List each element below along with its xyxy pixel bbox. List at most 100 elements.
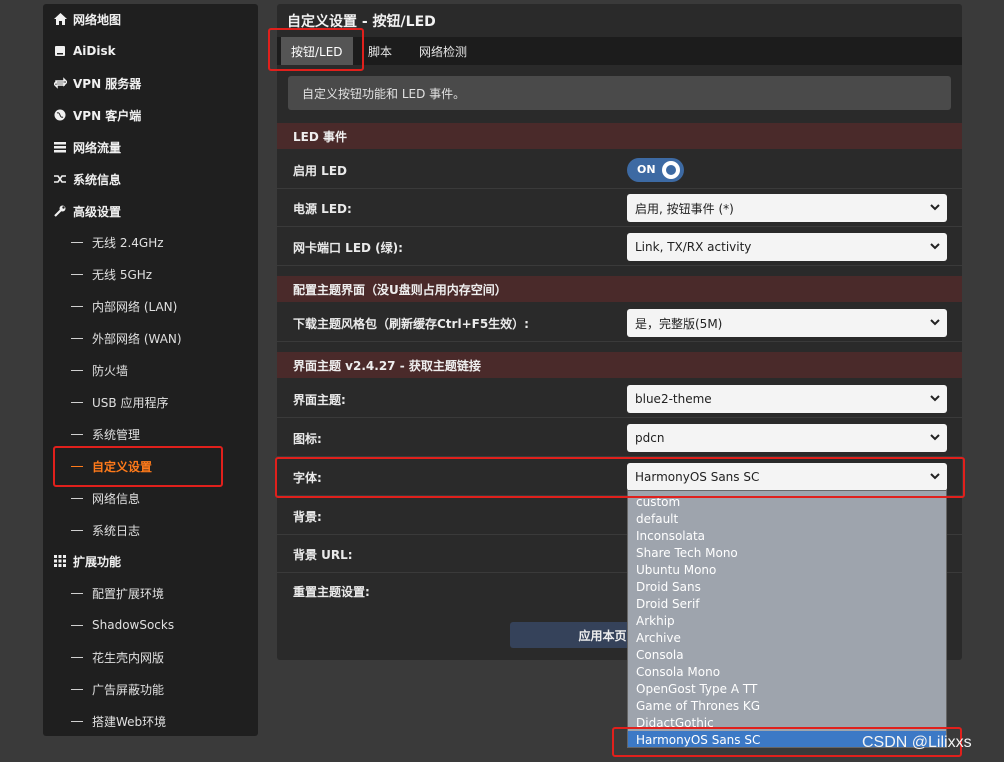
sidebar-item-label: 网络流量 — [73, 140, 122, 155]
sidebar-sub-adblock[interactable]: 广告屏蔽功能 — [71, 676, 164, 702]
enable-led-toggle[interactable]: ON — [627, 158, 684, 182]
dash — [71, 305, 83, 307]
chevron-down-icon — [930, 395, 940, 402]
chevron-down-icon — [930, 319, 940, 326]
row-port-led: 网卡端口 LED (绿): Link, TX/RX activity — [277, 228, 962, 266]
dash — [71, 720, 83, 722]
toggle-label: ON — [637, 163, 656, 176]
sidebar-sub-label: ShadowSocks — [92, 618, 175, 632]
sidebar-item-aidisk[interactable]: AiDisk — [53, 38, 116, 64]
section-led: LED 事件 — [277, 123, 962, 149]
font-option[interactable]: Inconsolata — [628, 527, 946, 544]
sidebar-item-label: 系统信息 — [73, 172, 122, 187]
row-download-theme: 下载主题风格包（刷新缓存Ctrl+F5生效）: 是，完整版(5M) — [277, 304, 962, 342]
sidebar-sub-label: USB 应用程序 — [92, 395, 169, 410]
sidebar-sub-firewall[interactable]: 防火墙 — [71, 357, 128, 383]
section-theme-config: 配置主题界面（没U盘则占用内存空间） — [277, 276, 962, 302]
background-label: 背景: — [293, 509, 322, 524]
font-option[interactable]: Share Tech Mono — [628, 544, 946, 561]
dash — [71, 688, 83, 690]
sidebar-item-label: VPN 客户端 — [73, 108, 142, 123]
row-power-led: 电源 LED: 启用, 按钮事件 (*) — [277, 189, 962, 227]
sidebar-sub-label: 无线 5GHz — [92, 267, 153, 282]
tab-script[interactable]: 脚本 — [358, 37, 402, 65]
sidebar-sub-wireless-5[interactable]: 无线 5GHz — [71, 261, 152, 287]
font-option[interactable]: Droid Serif — [628, 595, 946, 612]
chevron-down-icon — [930, 204, 940, 211]
select-value: blue2-theme — [635, 392, 712, 406]
dash — [71, 241, 83, 243]
ui-theme-label: 界面主题: — [293, 392, 346, 407]
sidebar-sub-lan[interactable]: 内部网络 (LAN) — [71, 293, 177, 319]
font-option[interactable]: Archive — [628, 629, 946, 646]
sidebar-item-label: 扩展功能 — [73, 554, 122, 569]
sidebar-sub-admin[interactable]: 系统管理 — [71, 421, 140, 447]
row-icon: 图标: pdcn — [277, 419, 962, 457]
sidebar-item-vpn-server[interactable]: VPN 服务器 — [53, 70, 141, 96]
sidebar-sub-wireless-24[interactable]: 无线 2.4GHz — [71, 229, 164, 255]
tab-network-check[interactable]: 网络检测 — [409, 37, 477, 65]
port-led-select[interactable]: Link, TX/RX activity — [627, 233, 947, 261]
sidebar-sub-label: 内部网络 (LAN) — [92, 299, 178, 314]
sidebar-item-system-info[interactable]: 系统信息 — [53, 166, 121, 192]
select-value: 启用, 按钮事件 (*) — [635, 201, 734, 216]
row-ui-theme: 界面主题: blue2-theme — [277, 380, 962, 418]
dash — [71, 497, 83, 499]
enable-led-label: 启用 LED — [293, 163, 347, 178]
font-option[interactable]: Arkhip — [628, 612, 946, 629]
select-value: Link, TX/RX activity — [635, 240, 752, 254]
power-led-select[interactable]: 启用, 按钮事件 (*) — [627, 194, 947, 222]
dash — [71, 401, 83, 403]
sidebar-item-traffic[interactable]: 网络流量 — [53, 134, 121, 160]
font-option[interactable]: Game of Thrones KG — [628, 697, 946, 714]
ui-theme-select[interactable]: blue2-theme — [627, 385, 947, 413]
globe-icon — [53, 108, 67, 122]
sidebar-sub-shadowsocks[interactable]: ShadowSocks — [71, 612, 174, 638]
shuffle-icon — [53, 172, 67, 186]
wrench-icon — [53, 204, 67, 218]
select-value: pdcn — [635, 431, 665, 445]
font-dropdown-list[interactable]: custom default Inconsolata Share Tech Mo… — [627, 490, 947, 748]
dash — [71, 273, 83, 275]
sidebar-sub-label: 花生壳内网版 — [92, 650, 165, 665]
vpn-server-icon — [53, 76, 67, 90]
port-led-label: 网卡端口 LED (绿): — [293, 240, 403, 255]
sidebar-sub-label: 系统日志 — [92, 523, 141, 538]
dash — [71, 369, 83, 371]
sidebar-item-advanced[interactable]: 高级设置 — [53, 198, 121, 224]
row-enable-led: 启用 LED — [277, 151, 962, 189]
sidebar-sub-label: 广告屏蔽功能 — [92, 682, 165, 697]
sidebar-sub-network-info[interactable]: 网络信息 — [71, 485, 140, 511]
background-url-label: 背景 URL: — [293, 547, 353, 562]
font-option[interactable]: Consola Mono — [628, 663, 946, 680]
description-box: 自定义按钮功能和 LED 事件。 — [288, 76, 951, 110]
sidebar-sub-system-log[interactable]: 系统日志 — [71, 517, 140, 543]
font-option[interactable]: Ubuntu Mono — [628, 561, 946, 578]
sidebar-item-network-map[interactable]: 网络地图 — [53, 6, 121, 32]
sidebar-item-label: VPN 服务器 — [73, 76, 142, 91]
sidebar-sub-usb[interactable]: USB 应用程序 — [71, 389, 168, 415]
sidebar-item-vpn-client[interactable]: VPN 客户端 — [53, 102, 141, 128]
download-theme-label: 下载主题风格包（刷新缓存Ctrl+F5生效）: — [293, 316, 529, 331]
sidebar-item-label: AiDisk — [73, 44, 116, 58]
sidebar: 网络地图 AiDisk VPN 服务器 VPN 客户端 网络流量 系统信息 高级… — [43, 4, 258, 736]
dash — [71, 592, 83, 594]
highlight-box-tab — [268, 28, 364, 71]
sidebar-sub-wan[interactable]: 外部网络 (WAN) — [71, 325, 182, 351]
sidebar-sub-oray[interactable]: 花生壳内网版 — [71, 644, 164, 670]
sidebar-item-extensions[interactable]: 扩展功能 — [53, 548, 121, 574]
home-icon — [53, 12, 67, 26]
font-option[interactable]: OpenGost Type A TT — [628, 680, 946, 697]
sidebar-sub-label: 配置扩展环境 — [92, 586, 165, 601]
reset-theme-label: 重置主题设置: — [293, 584, 370, 599]
download-theme-select[interactable]: 是，完整版(5M) — [627, 309, 947, 337]
font-option[interactable]: Consola — [628, 646, 946, 663]
icon-select[interactable]: pdcn — [627, 424, 947, 452]
sidebar-sub-ext-env[interactable]: 配置扩展环境 — [71, 580, 164, 606]
dash — [71, 656, 83, 658]
tab-bar: 按钮/LED 脚本 网络检测 — [277, 37, 962, 65]
font-option[interactable]: default — [628, 510, 946, 527]
sidebar-item-label: 高级设置 — [73, 204, 122, 219]
font-option[interactable]: Droid Sans — [628, 578, 946, 595]
sidebar-sub-web-env[interactable]: 搭建Web环境 — [71, 708, 166, 734]
